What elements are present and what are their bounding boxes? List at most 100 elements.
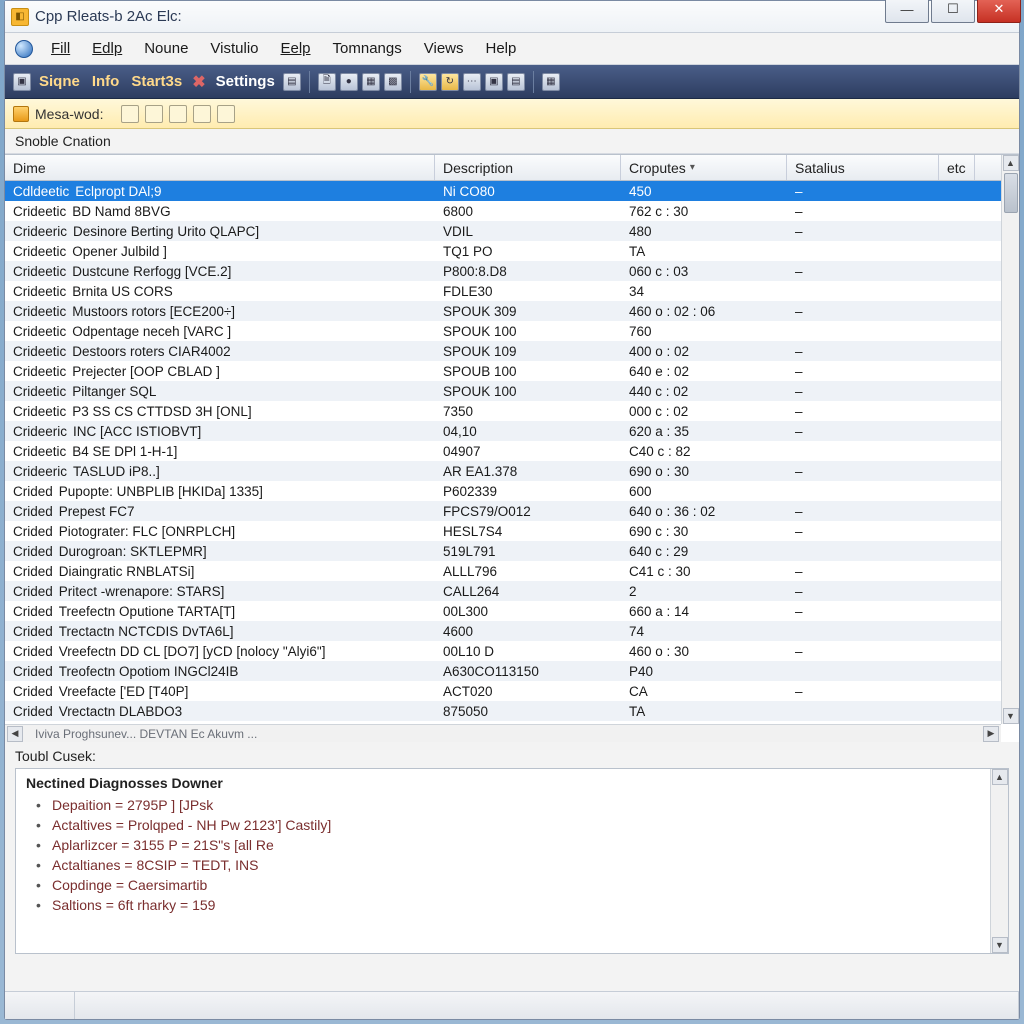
table-row[interactable]: CrideeticB4 SE DPl 1-H-1]04907C40 c : 82 <box>5 441 1001 461</box>
minimize-button[interactable]: — <box>885 0 929 23</box>
row-prefix: Crideetic <box>13 444 66 459</box>
cell-name: CridedPrepest FC7 <box>5 504 435 519</box>
cell-description: FPCS79/O012 <box>435 504 621 519</box>
secondary-icon-2[interactable] <box>145 105 163 123</box>
refresh-icon[interactable]: ↻ <box>441 73 459 91</box>
table-row[interactable]: CridedPritect -wrenapore: STARS]CALL2642… <box>5 581 1001 601</box>
row-rest: Diaingratic RNBLATSi] <box>59 564 195 579</box>
table-row[interactable]: CridedDurogroan: SKTLEPMR]519L791640 c :… <box>5 541 1001 561</box>
secondary-icon-1[interactable] <box>121 105 139 123</box>
table-row[interactable]: CridedPupopte: UNBPLIB [HKIDa] 1335]P602… <box>5 481 1001 501</box>
column-header-name[interactable]: Dime <box>5 155 435 180</box>
cell-satalius: – <box>787 504 939 519</box>
row-prefix: Crideetic <box>13 324 66 339</box>
cell-description: P602339 <box>435 484 621 499</box>
start-button[interactable]: Start3s <box>127 73 186 90</box>
toolbar-separator <box>309 71 310 93</box>
menu-vistulio[interactable]: Vistulio <box>200 36 268 61</box>
toolbar-icon-5[interactable]: ▦ <box>362 73 380 91</box>
table-row[interactable]: CrideeticBrnita US CORSFDLE3034 <box>5 281 1001 301</box>
table-row[interactable]: CrideeticPrejecter [OOP CBLAD ]SPOUB 100… <box>5 361 1001 381</box>
table-row[interactable]: CrideeticMustoors rotors [ECE200÷]SPOUK … <box>5 301 1001 321</box>
scroll-up-icon[interactable]: ▲ <box>1003 155 1019 171</box>
table-row[interactable]: CrideeticPiltanger SQLSPOUK 100440 c : 0… <box>5 381 1001 401</box>
table-row[interactable]: CrideericINC [ACC ISTIOBVT]04,10620 a : … <box>5 421 1001 441</box>
table-row[interactable]: CridedTrectactn NCTCDIS DvTA6L]460074 <box>5 621 1001 641</box>
secondary-icon-5[interactable] <box>217 105 235 123</box>
close-button[interactable]: ✕ <box>977 0 1021 23</box>
diag-scroll-down-icon[interactable]: ▼ <box>992 937 1008 953</box>
table-row[interactable]: CridedDiaingratic RNBLATSi]ALLL796C41 c … <box>5 561 1001 581</box>
table-row[interactable]: CrideericDesinore Berting Urito QLAPC]VD… <box>5 221 1001 241</box>
menu-eelp[interactable]: Eelp <box>271 36 321 61</box>
toolbar-icon-4[interactable]: ● <box>340 73 358 91</box>
signe-button[interactable]: Siqne <box>35 73 84 90</box>
info-button[interactable]: Info <box>88 73 124 90</box>
cell-description: 519L791 <box>435 544 621 559</box>
table-row[interactable]: CrideeticOdpentage neceh [VARC ]SPOUK 10… <box>5 321 1001 341</box>
table-row[interactable]: CdldeeticEclpropt DAl;9Ni CO80450– <box>5 181 1001 201</box>
table-row[interactable]: CrideeticDestoors roters CIAR4002SPOUK 1… <box>5 341 1001 361</box>
toolbar-icon-7[interactable]: ▣ <box>485 73 503 91</box>
table-row[interactable]: CrideeticOpener Julbild ]TQ1 POTA <box>5 241 1001 261</box>
cell-name: CrideericTASLUD iP8..] <box>5 464 435 479</box>
table-row[interactable]: CrideeticDustcune Rerfogg [VCE.2]P800:8.… <box>5 261 1001 281</box>
table-row[interactable]: CrideericTASLUD iP8..]AR EA1.378690 o : … <box>5 461 1001 481</box>
row-rest: Trectactn NCTCDIS DvTA6L] <box>59 624 234 639</box>
titlebar[interactable]: ◧ Cpp Rleats-b 2Ac Elc: — ☐ ✕ <box>5 1 1019 33</box>
horizontal-scrollbar[interactable]: ◀ Iviva Proghsunev... DEVTAN Ec Akuvm ..… <box>5 724 1001 742</box>
menu-edlp[interactable]: Edlp <box>82 36 132 61</box>
cell-description: 6800 <box>435 204 621 219</box>
scroll-right-icon[interactable]: ▶ <box>983 726 999 742</box>
cell-croputes: 620 a : 35 <box>621 424 787 439</box>
row-prefix: Crided <box>13 504 53 519</box>
toolbar-icon-2[interactable]: ▤ <box>283 73 301 91</box>
table-row[interactable]: CridedPiotograter: FLC [ONRPLCH]HESL7S46… <box>5 521 1001 541</box>
more-icon[interactable]: ⋯ <box>463 73 481 91</box>
secondary-icon-3[interactable] <box>169 105 187 123</box>
table-row[interactable]: CridedVreefacte ['ED [T40P]ACT020CA– <box>5 681 1001 701</box>
cell-name: CridedTreofectn Opotiom INGCl24IB <box>5 664 435 679</box>
menu-tomnangs[interactable]: Tomnangs <box>323 36 412 61</box>
toolbar-icon-1[interactable]: ▣ <box>13 73 31 91</box>
table-row[interactable]: CridedTreofectn Opotiom INGCl24IBA630CO1… <box>5 661 1001 681</box>
secondary-icon-4[interactable] <box>193 105 211 123</box>
scroll-thumb[interactable] <box>1004 173 1018 213</box>
grid-icon[interactable]: ▦ <box>542 73 560 91</box>
cell-description: SPOUK 100 <box>435 384 621 399</box>
table-row[interactable]: CridedVrectactn DLABDO3875050TA <box>5 701 1001 721</box>
settings-button[interactable]: Settings <box>212 73 279 90</box>
menu-help[interactable]: Help <box>476 36 527 61</box>
toolbar-icon-8[interactable]: ▤ <box>507 73 525 91</box>
maximize-button[interactable]: ☐ <box>931 0 975 23</box>
wrench-icon[interactable]: 🔧 <box>419 73 437 91</box>
toolbar-icon-6[interactable]: ▩ <box>384 73 402 91</box>
column-header-croputes[interactable]: Croputes <box>621 155 787 180</box>
diagnostics-panel: Nectined Diagnosses Downer Depaition = 2… <box>15 768 1009 954</box>
table-row[interactable]: CrideeticBD Namd 8BVG6800762 c : 30– <box>5 201 1001 221</box>
diagnostics-scrollbar[interactable]: ▲ ▼ <box>990 769 1008 953</box>
diag-scroll-up-icon[interactable]: ▲ <box>992 769 1008 785</box>
menu-views[interactable]: Views <box>414 36 474 61</box>
cell-description: 7350 <box>435 404 621 419</box>
close-x-icon[interactable]: ✖ <box>190 72 207 92</box>
scroll-down-icon[interactable]: ▼ <box>1003 708 1019 724</box>
cell-croputes: TA <box>621 704 787 719</box>
menu-noune[interactable]: Noune <box>134 36 198 61</box>
column-header-description[interactable]: Description <box>435 155 621 180</box>
cell-croputes: 2 <box>621 584 787 599</box>
table-row[interactable]: CridedVreefectn DD CL [DO7] [yCD [nolocy… <box>5 641 1001 661</box>
menu-fill[interactable]: Fill <box>41 36 80 61</box>
table-row[interactable]: CridedPrepest FC7FPCS79/O012640 o : 36 :… <box>5 501 1001 521</box>
cell-croputes: CA <box>621 684 787 699</box>
scroll-left-icon[interactable]: ◀ <box>7 726 23 742</box>
toolbar-icon-3[interactable]: 🗎 <box>318 73 336 91</box>
column-header-satalius[interactable]: Satalius <box>787 155 939 180</box>
vertical-scrollbar[interactable]: ▲ ▼ <box>1001 155 1019 724</box>
grid-body[interactable]: CdldeeticEclpropt DAl;9Ni CO80450–Cridee… <box>5 181 1001 724</box>
table-row[interactable]: CrideeticP3 SS CS CTTDSD 3H [ONL]7350000… <box>5 401 1001 421</box>
column-header-etc[interactable]: etc <box>939 155 975 180</box>
row-rest: Destoors roters CIAR4002 <box>72 344 230 359</box>
table-row[interactable]: CridedTreefectn Oputione TARTA[T]00L3006… <box>5 601 1001 621</box>
cell-croputes: C40 c : 82 <box>621 444 787 459</box>
